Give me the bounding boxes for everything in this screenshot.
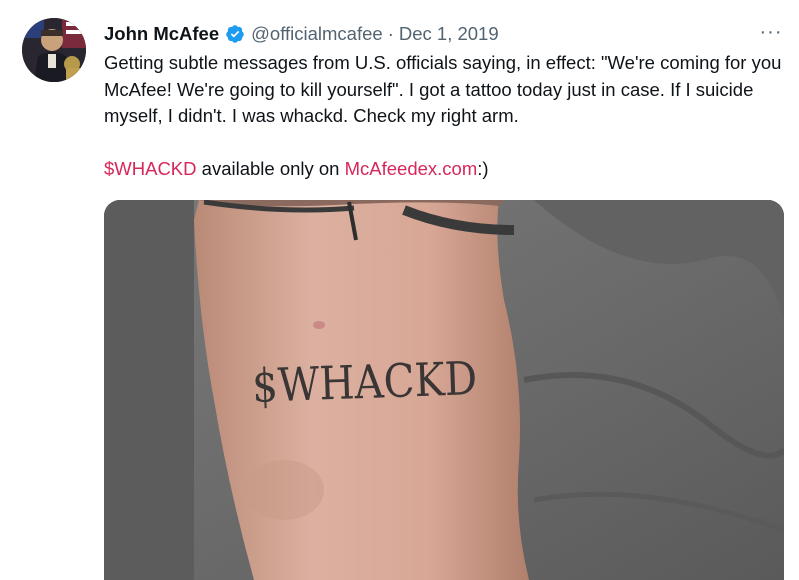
tattoo-text: $WHACKD: [251, 351, 478, 413]
tweet-media-image[interactable]: $WHACKD: [104, 200, 784, 580]
url-link[interactable]: McAfeedex.com: [345, 158, 478, 179]
tattoo-photo: $WHACKD: [104, 200, 784, 580]
tweet-text-middle: available only on: [196, 157, 345, 179]
tweet: John McAfee @officialmcafee · Dec 1, 201…: [0, 0, 799, 580]
header-separator: ·: [387, 23, 394, 44]
verified-badge-icon: [226, 25, 244, 43]
tweet-text: Getting subtle messages from U.S. offici…: [104, 50, 784, 182]
tweet-text-end: :): [477, 157, 489, 179]
tweet-text-line2: $WHACKD available only on McAfeedex.com:…: [104, 156, 784, 183]
tweet-date[interactable]: Dec 1, 2019: [399, 23, 499, 45]
avatar[interactable]: [22, 18, 86, 82]
tweet-header: John McAfee @officialmcafee · Dec 1, 201…: [104, 20, 499, 48]
avatar-image: [22, 18, 86, 82]
author-name[interactable]: John McAfee: [104, 23, 219, 45]
tweet-text-line1: Getting subtle messages from U.S. offici…: [104, 52, 782, 126]
more-options-icon[interactable]: ···: [757, 22, 785, 42]
cashtag-link[interactable]: $WHACKD: [104, 158, 197, 179]
author-handle[interactable]: @officialmcafee: [251, 23, 383, 45]
